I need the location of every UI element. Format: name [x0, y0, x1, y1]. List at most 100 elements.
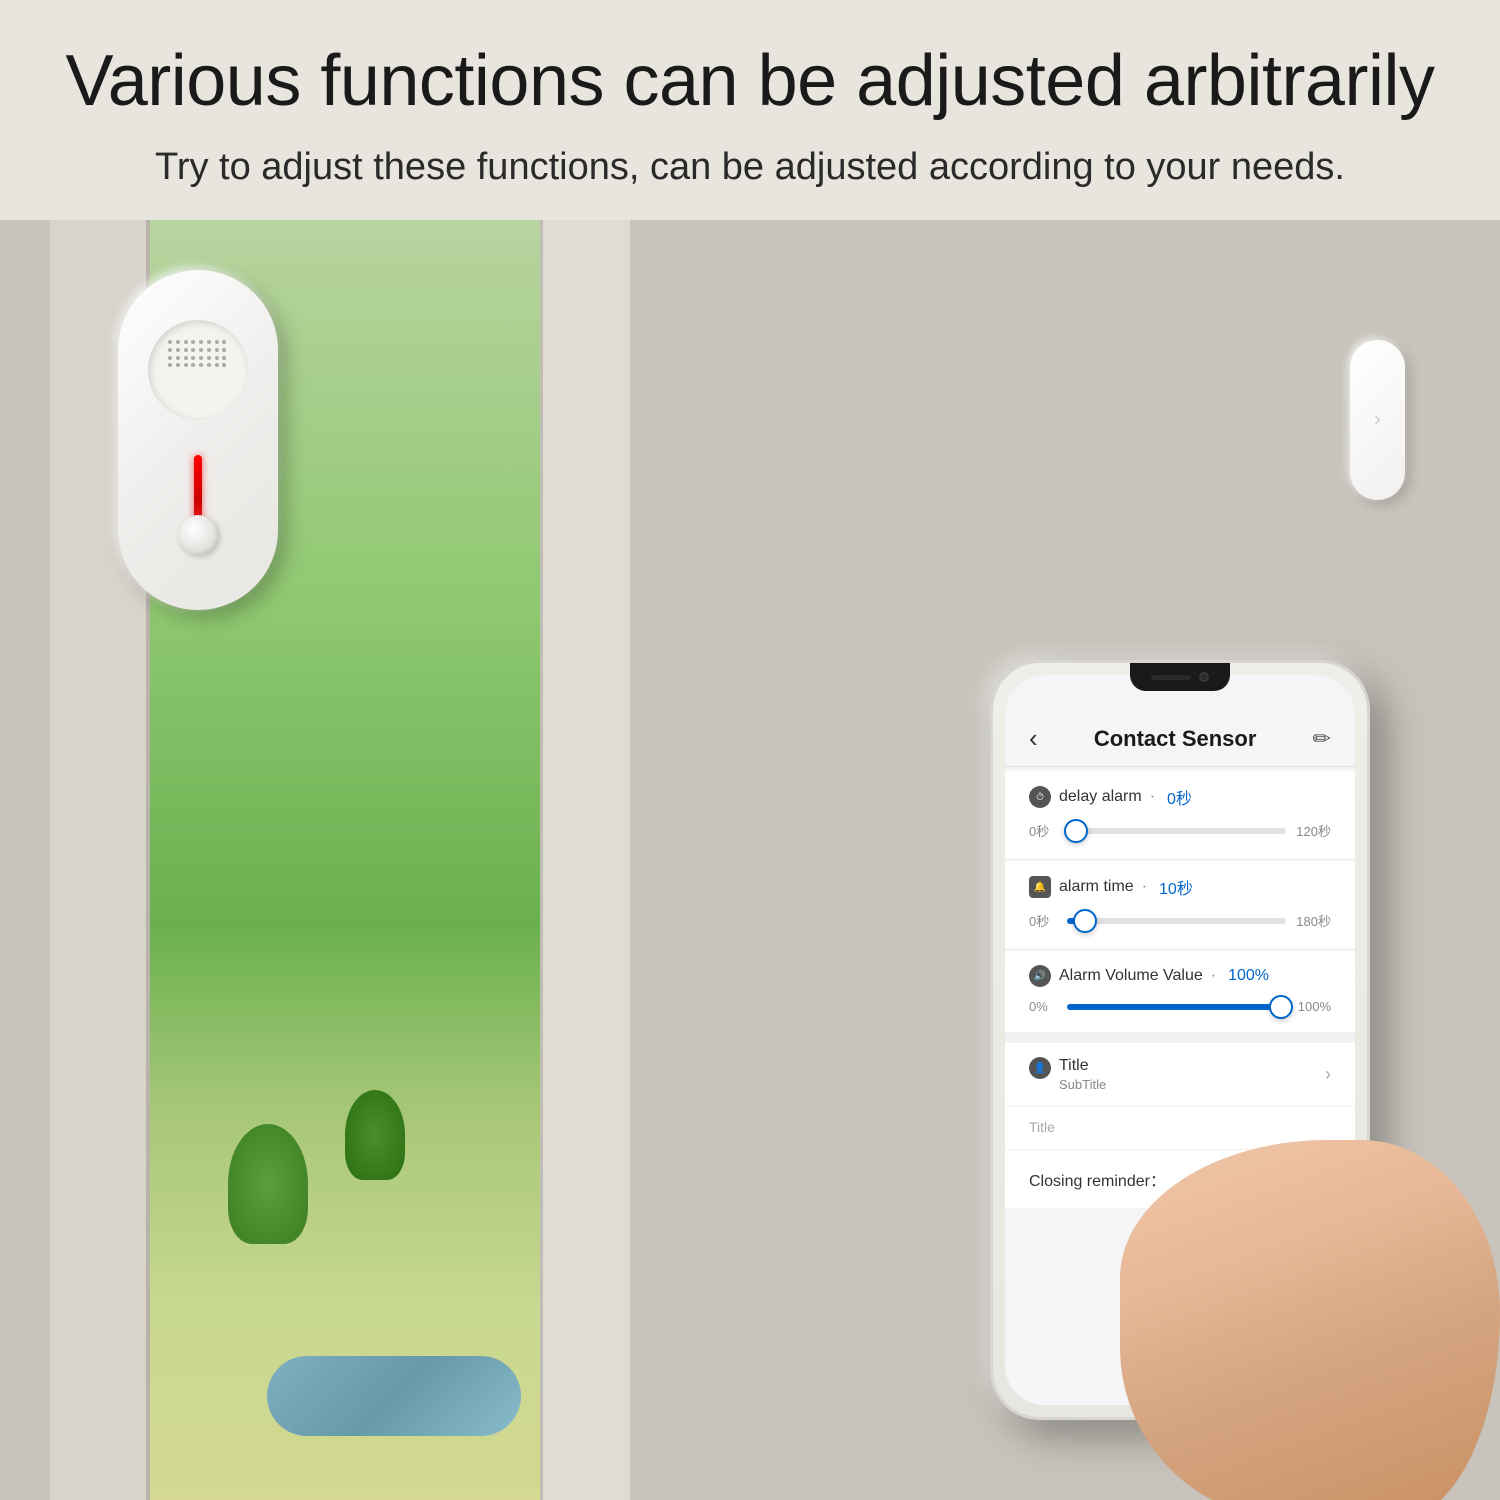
speaker-dot	[222, 356, 226, 360]
alarm-body	[118, 270, 278, 610]
scene-area: › ‹ Contact Sensor ✏	[0, 220, 1500, 1500]
delay-alarm-value: 0秒	[1167, 785, 1192, 809]
door-frame-right	[540, 220, 630, 1500]
delay-alarm-slider[interactable]: 0秒 120秒	[1029, 817, 1331, 850]
hand-shape	[1120, 1140, 1500, 1500]
delay-alarm-name: delay alarm	[1059, 788, 1142, 806]
sub-title: Try to adjust these functions, can be ad…	[155, 143, 1345, 192]
volume-icon: 🔊	[1034, 971, 1046, 982]
title-nav-left: 👤 Title SubTitle	[1029, 1057, 1106, 1092]
title-main-label: Title	[1059, 1057, 1106, 1075]
delay-alarm-row: ⏱ delay alarm · 0秒 0秒 1	[1005, 771, 1355, 858]
speaker-dot	[199, 348, 203, 352]
alarm-volume-max: 100%	[1298, 999, 1331, 1014]
alarm-volume-separator: ·	[1211, 967, 1216, 985]
phone-camera	[1199, 672, 1209, 682]
speaker-dot	[215, 340, 219, 344]
delay-alarm-separator: ·	[1150, 788, 1155, 806]
alarm-volume-track[interactable]	[1067, 1004, 1288, 1010]
delay-alarm-icon: ⏱	[1029, 786, 1051, 808]
alarm-volume-thumb[interactable]	[1269, 995, 1293, 1019]
alarm-time-name: alarm time	[1059, 878, 1134, 896]
title-icon: 👤	[1029, 1057, 1051, 1079]
alarm-icon: 🔔	[1034, 882, 1046, 893]
title-input-label[interactable]: Title	[1029, 1119, 1055, 1135]
alarm-time-thumb[interactable]	[1073, 909, 1097, 933]
speaker-dot	[207, 356, 211, 360]
alarm-time-slider[interactable]: 0秒 180秒	[1029, 907, 1331, 940]
door-sensor: ›	[1350, 340, 1405, 500]
header-area: Various functions can be adjusted arbitr…	[0, 0, 1500, 230]
delay-alarm-min: 0秒	[1029, 821, 1057, 840]
speaker-dot	[176, 348, 180, 352]
alarm-volume-fill	[1067, 1004, 1288, 1010]
speaker-dot	[199, 363, 203, 367]
speaker-dot	[184, 356, 188, 360]
speaker-dot	[184, 363, 188, 367]
speaker-dot	[199, 340, 203, 344]
section-gap-1	[1005, 1033, 1355, 1043]
phone-notch	[1130, 663, 1230, 691]
speaker-dot	[184, 348, 188, 352]
speaker-dot	[168, 340, 172, 344]
main-title: Various functions can be adjusted arbitr…	[66, 38, 1435, 124]
chevron-right-icon: ›	[1325, 1064, 1331, 1085]
clock-icon: ⏱	[1036, 792, 1044, 803]
app-title: Contact Sensor	[1094, 726, 1257, 752]
alarm-time-track[interactable]	[1067, 918, 1286, 924]
phone-speaker-slit	[1151, 675, 1191, 680]
title-nav-content: Title SubTitle	[1059, 1057, 1106, 1092]
speaker-dot	[207, 340, 211, 344]
alarm-time-min: 0秒	[1029, 911, 1057, 930]
speaker-dot	[176, 356, 180, 360]
delay-alarm-label: ⏱ delay alarm · 0秒	[1029, 785, 1331, 809]
alarm-volume-row: 🔊 Alarm Volume Value · 100% 0%	[1005, 950, 1355, 1032]
alarm-button	[178, 515, 218, 555]
speaker-dot	[215, 363, 219, 367]
speaker-dot	[191, 356, 195, 360]
alarm-time-value: 10秒	[1159, 875, 1193, 899]
pool-area	[267, 1356, 521, 1436]
person-icon: 👤	[1034, 1063, 1046, 1074]
sensor-arrow-icon: ›	[1374, 409, 1381, 432]
speaker-dot	[222, 340, 226, 344]
edit-button[interactable]: ✏	[1313, 726, 1331, 752]
speaker-dot	[215, 348, 219, 352]
speaker-dot	[176, 363, 180, 367]
header-divider	[1005, 766, 1355, 767]
speaker-dot	[207, 363, 211, 367]
back-button[interactable]: ‹	[1029, 723, 1038, 754]
alarm-time-row: 🔔 alarm time · 10秒 0秒	[1005, 860, 1355, 948]
speaker-dot	[215, 356, 219, 360]
alarm-device	[118, 270, 278, 610]
delay-alarm-thumb[interactable]	[1064, 819, 1088, 843]
garden-tree2	[345, 1090, 405, 1180]
app-header: ‹ Contact Sensor ✏	[1005, 703, 1355, 766]
delay-alarm-max: 120秒	[1296, 821, 1331, 840]
alarm-volume-name: Alarm Volume Value	[1059, 967, 1203, 985]
alarm-time-label: 🔔 alarm time · 10秒	[1029, 875, 1331, 899]
alarm-volume-icon: 🔊	[1029, 965, 1051, 987]
speaker-dot	[199, 356, 203, 360]
speaker-dot	[222, 363, 226, 367]
speaker-dot	[191, 363, 195, 367]
alarm-volume-slider[interactable]: 0% 100%	[1029, 995, 1331, 1024]
title-sub-label: SubTitle	[1059, 1077, 1106, 1092]
garden-tree1	[228, 1124, 308, 1244]
alarm-volume-label: 🔊 Alarm Volume Value · 100%	[1029, 965, 1331, 987]
alarm-volume-min: 0%	[1029, 999, 1057, 1014]
sensor-body: ›	[1350, 340, 1405, 500]
alarm-time-icon: 🔔	[1029, 876, 1051, 898]
alarm-volume-value: 100%	[1228, 967, 1269, 985]
speaker-dot	[168, 363, 172, 367]
alarm-time-max: 180秒	[1296, 911, 1331, 930]
hand-area	[1080, 1120, 1500, 1500]
phone-container: ‹ Contact Sensor ✏ ⏱ delay alarm ·	[990, 660, 1470, 1500]
speaker-dot	[168, 356, 172, 360]
title-nav-row[interactable]: 👤 Title SubTitle ›	[1005, 1043, 1355, 1106]
delay-alarm-track[interactable]	[1067, 828, 1286, 834]
alarm-speaker	[148, 320, 248, 420]
speaker-dot	[191, 340, 195, 344]
speaker-dot	[168, 348, 172, 352]
speaker-dot	[184, 340, 188, 344]
